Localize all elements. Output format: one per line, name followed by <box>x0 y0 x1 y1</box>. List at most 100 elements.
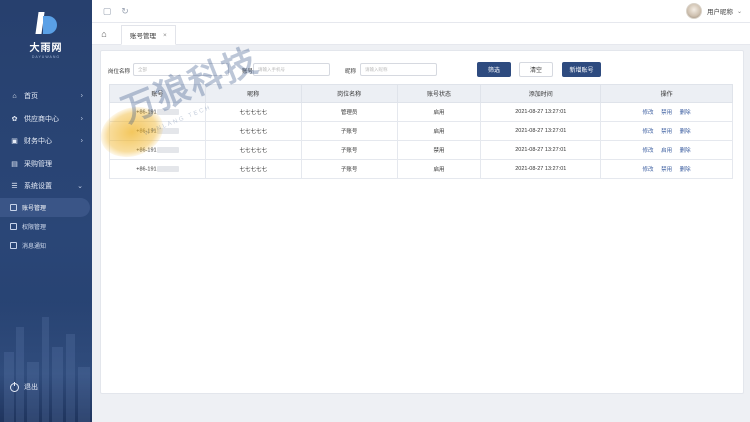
column-header-nickname: 昵称 <box>204 84 302 103</box>
sidebar-item-purchase[interactable]: ▤ 采购管理 <box>0 153 92 176</box>
masked-digits <box>156 146 179 153</box>
sidebar-item-label: 财务中心 <box>24 138 52 146</box>
table-header-row: 账号 昵称 岗位名称 账号状态 添加时间 操作 <box>109 84 733 103</box>
nickname-cell: 七七七七七 <box>204 121 302 141</box>
toggle-status-link[interactable]: 禁用 <box>661 129 672 135</box>
user-menu[interactable]: 用户昵称 ⌄ <box>685 3 742 19</box>
column-header-actions: 操作 <box>600 84 733 103</box>
finance-icon: ▣ <box>11 138 18 146</box>
position-cell: 子账号 <box>300 140 398 160</box>
close-icon[interactable]: × <box>163 32 167 39</box>
sidebar-subitem-permission[interactable]: 权限管理 <box>0 217 92 236</box>
filter-bar: 岗位名称 全部 账号 请输入手机号 昵称 请输入昵称 筛选 清空 新增账号 <box>108 60 738 80</box>
table-row: +86-191 七七七七七 管理员 启用 2021-08-27 13:27:01… <box>109 102 733 122</box>
toggle-status-link[interactable]: 启用 <box>661 148 672 154</box>
logout-button[interactable]: 退出 <box>10 381 38 392</box>
account-icon <box>10 203 17 211</box>
edit-link[interactable]: 修改 <box>643 129 654 135</box>
toggle-status-link[interactable]: 禁用 <box>661 167 672 173</box>
toggle-status-link[interactable]: 禁用 <box>661 110 672 116</box>
account-cell: +86-191 <box>109 102 206 122</box>
time-cell: 2021-08-27 13:27:01 <box>480 159 602 179</box>
table-row: +86-191 七七七七七 子账号 禁用 2021-08-27 13:27:01… <box>109 140 733 160</box>
delete-link[interactable]: 删除 <box>680 148 691 154</box>
tab-label: 账号管理 <box>130 33 156 40</box>
status-cell: 启用 <box>396 121 482 141</box>
account-search-input[interactable]: 请输入手机号 <box>253 63 330 76</box>
chevron-right-icon: › <box>80 115 83 123</box>
chevron-down-icon: ⌄ <box>736 8 742 15</box>
sidebar-item-home[interactable]: ⌂ 首页 › <box>0 85 92 108</box>
purchase-icon: ▤ <box>11 160 18 168</box>
account-cell: +86-191 <box>109 121 206 141</box>
user-nickname: 用户昵称 <box>706 9 733 16</box>
edit-link[interactable]: 修改 <box>643 110 654 116</box>
nickname-cell: 七七七七七 <box>204 102 302 122</box>
sidebar-subitem-label: 账号管理 <box>22 205 47 212</box>
sidebar-subitem-account[interactable]: 账号管理 <box>0 197 90 217</box>
position-cell: 管理员 <box>300 102 398 122</box>
nickname-search-input[interactable]: 请输入昵称 <box>360 63 437 76</box>
add-account-button[interactable]: 新增账号 <box>562 62 601 77</box>
sidebar: 大雨网 DAYUWANG ⌂ 首页 › ✿ 供应商中心 › ▣ 财务中心 › ▤… <box>0 0 92 422</box>
logout-label: 退出 <box>24 384 38 391</box>
chevron-right-icon: › <box>80 92 83 100</box>
actions-cell: 修改 禁用 删除 <box>600 121 733 141</box>
actions-cell: 修改 禁用 删除 <box>600 159 733 179</box>
power-icon <box>10 381 19 392</box>
position-cell: 子账号 <box>300 159 398 179</box>
delete-link[interactable]: 删除 <box>680 129 691 135</box>
home-icon: ⌂ <box>12 92 17 100</box>
clear-button[interactable]: 清空 <box>519 62 553 77</box>
column-header-time: 添加时间 <box>480 84 602 103</box>
position-select[interactable]: 全部 <box>133 63 229 76</box>
masked-digits <box>156 127 179 134</box>
chevron-right-icon: › <box>80 137 83 145</box>
sidebar-background-image <box>0 302 92 422</box>
sidebar-item-finance[interactable]: ▣ 财务中心 › <box>0 130 92 153</box>
time-cell: 2021-08-27 13:27:01 <box>480 140 602 160</box>
column-header-status: 账号状态 <box>396 84 482 103</box>
filter-button[interactable]: 筛选 <box>477 62 511 77</box>
edit-link[interactable]: 修改 <box>643 148 654 154</box>
position-cell: 子账号 <box>300 121 398 141</box>
column-header-account: 账号 <box>109 84 206 103</box>
account-table: 账号 昵称 岗位名称 账号状态 添加时间 操作 +86-191 七七七七七 管理… <box>109 84 733 179</box>
sidebar-nav: ⌂ 首页 › ✿ 供应商中心 › ▣ 财务中心 › ▤ 采购管理 ☰ 系统设置 … <box>0 85 92 255</box>
account-cell: +86-191 <box>109 140 206 160</box>
status-cell: 启用 <box>396 102 482 122</box>
tab-account-management[interactable]: 账号管理 × <box>121 25 176 45</box>
nickname-cell: 七七七七七 <box>204 159 302 179</box>
nickname-filter-label: 昵称 <box>345 69 357 75</box>
supplier-icon: ✿ <box>11 115 18 123</box>
notification-icon <box>10 241 17 249</box>
table-row: +86-191 七七七七七 子账号 启用 2021-08-27 13:27:01… <box>109 159 733 179</box>
delete-link[interactable]: 删除 <box>680 110 691 116</box>
sidebar-item-label: 系统设置 <box>24 183 52 191</box>
status-cell: 启用 <box>396 159 482 179</box>
home-tab-icon[interactable]: ⌂ <box>97 27 111 41</box>
edit-link[interactable]: 修改 <box>643 167 654 173</box>
delete-link[interactable]: 删除 <box>680 167 691 173</box>
collapse-menu-icon[interactable]: ▢ <box>102 6 112 16</box>
sidebar-subitem-label: 权限管理 <box>22 224 47 231</box>
brand-logo[interactable]: 大雨网 DAYUWANG <box>0 10 92 59</box>
chevron-down-icon: ⌄ <box>77 183 83 191</box>
sidebar-subitem-notification[interactable]: 消息通知 <box>0 236 92 255</box>
tab-bar: ⌂ 账号管理 × <box>92 23 750 45</box>
brand-name: 大雨网 <box>29 43 63 54</box>
sidebar-subitem-label: 消息通知 <box>22 243 47 250</box>
sidebar-item-label: 首页 <box>24 93 38 101</box>
time-cell: 2021-08-27 13:27:01 <box>480 121 602 141</box>
masked-digits <box>156 165 179 172</box>
content-card: 岗位名称 全部 账号 请输入手机号 昵称 请输入昵称 筛选 清空 新增账号 账号… <box>100 50 744 394</box>
time-cell: 2021-08-27 13:27:01 <box>480 102 602 122</box>
nickname-cell: 七七七七七 <box>204 140 302 160</box>
brand-subtitle: DAYUWANG <box>31 55 61 59</box>
sidebar-item-supplier[interactable]: ✿ 供应商中心 › <box>0 108 92 131</box>
actions-cell: 修改 启用 删除 <box>600 140 733 160</box>
position-filter-label: 岗位名称 <box>108 69 131 75</box>
column-header-position: 岗位名称 <box>300 84 398 103</box>
sidebar-item-settings[interactable]: ☰ 系统设置 ⌄ <box>0 175 92 198</box>
refresh-icon[interactable]: ↻ <box>120 6 130 16</box>
